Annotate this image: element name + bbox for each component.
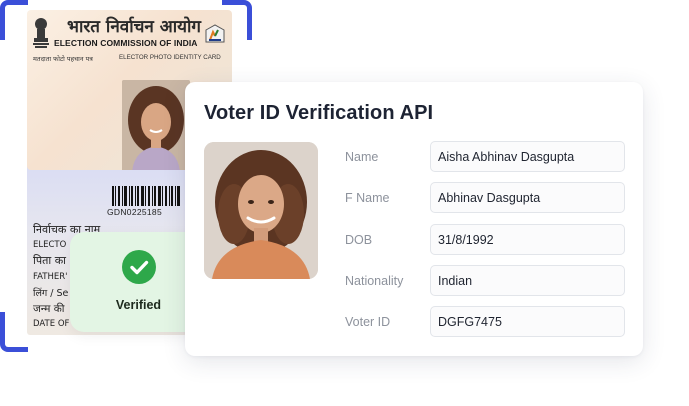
eci-logo-icon bbox=[205, 24, 225, 43]
field-label-nationality: Nationality bbox=[345, 274, 404, 288]
field-label-name: Name bbox=[345, 150, 379, 164]
card-english-title: ELECTION COMMISSION OF INDIA bbox=[54, 38, 198, 48]
card-back-line: जन्म की bbox=[33, 303, 65, 315]
field-value-nationality[interactable]: Indian bbox=[430, 265, 625, 296]
card-back-line: लिंग / Se bbox=[33, 288, 69, 299]
card-hindi-title: भारत निर्वाचन आयोग bbox=[67, 17, 201, 37]
field-label-dob: DOB bbox=[345, 233, 373, 247]
field-value-name[interactable]: Aisha Abhinav Dasgupta bbox=[430, 141, 625, 172]
woman-portrait-icon bbox=[204, 142, 318, 279]
verification-panel: Voter ID Verification API Name Aisha Abh… bbox=[185, 82, 643, 356]
check-icon bbox=[130, 260, 149, 275]
frame-corner-top-left bbox=[0, 0, 28, 40]
national-emblem-icon bbox=[33, 18, 49, 48]
field-label-voter-id: Voter ID bbox=[345, 315, 391, 329]
card-english-subtitle: ELECTOR PHOTO IDENTITY CARD bbox=[119, 54, 221, 61]
voter-photo bbox=[204, 142, 318, 279]
card-back-line: ELECTO bbox=[33, 240, 67, 250]
field-value-father-name[interactable]: Abhinav Dasgupta bbox=[430, 182, 625, 213]
field-label-father-name: F Name bbox=[345, 191, 390, 205]
epic-number: GDN0225185 bbox=[107, 207, 162, 217]
field-value-dob[interactable]: 31/8/1992 bbox=[430, 224, 625, 255]
panel-title: Voter ID Verification API bbox=[204, 102, 434, 124]
check-circle bbox=[122, 250, 156, 284]
field-value-voter-id[interactable]: DGFG7475 bbox=[430, 306, 625, 337]
barcode-icon bbox=[112, 186, 180, 206]
frame-corner-bottom-left bbox=[0, 312, 28, 352]
card-back-line: पिता का bbox=[33, 254, 67, 267]
card-back-line: FATHER' bbox=[33, 272, 68, 282]
card-photo bbox=[122, 80, 190, 170]
card-hindi-subtitle: मतदाता फोटो पहचान पत्र bbox=[33, 55, 93, 63]
woman-portrait-icon bbox=[122, 80, 190, 170]
